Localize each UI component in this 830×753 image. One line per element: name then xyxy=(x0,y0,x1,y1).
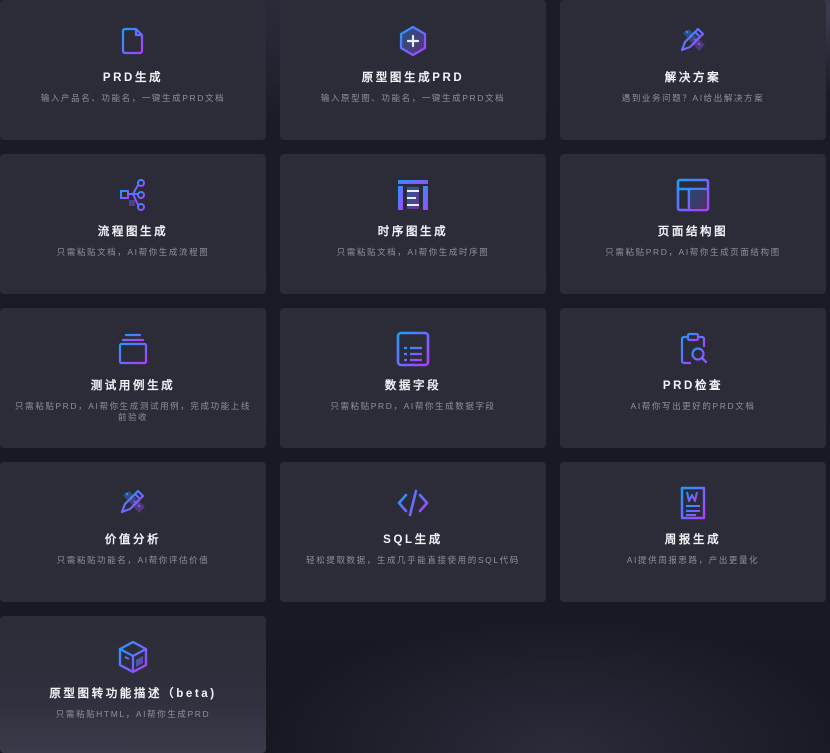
card-title: 周报生成 xyxy=(664,534,722,546)
card-desc: 输入产品名、功能名，一键生成PRD文档 xyxy=(40,93,226,103)
card-page-structure[interactable]: 页面结构图 只需粘贴PRD，AI帮你生成页面结构图 xyxy=(560,154,826,294)
card-desc: 只需粘贴PRD，AI帮你生成测试用例，完成功能上线前验收 xyxy=(15,401,251,422)
word-doc-icon xyxy=(676,485,710,521)
pencil-ruler-icon xyxy=(676,23,710,59)
pencil-ruler-icon xyxy=(116,485,150,521)
card-prd-check[interactable]: PRD检查 AI帮你写出更好的PRD文档 xyxy=(560,308,826,448)
hexagon-plus-icon xyxy=(396,23,430,59)
card-data-fields[interactable]: 数据字段 只需粘贴PRD，AI帮你生成数据字段 xyxy=(280,308,546,448)
card-prd-generate[interactable]: PRD生成 输入产品名、功能名，一键生成PRD文档 xyxy=(0,0,266,140)
card-test-cases[interactable]: 测试用例生成 只需粘贴PRD，AI帮你生成测试用例，完成功能上线前验收 xyxy=(0,308,266,448)
layout-icon xyxy=(676,177,710,213)
card-desc: AI提供周报思路，产出更量化 xyxy=(626,555,760,565)
card-desc: 轻松提取数据，生成几乎能直接使用的SQL代码 xyxy=(306,555,520,565)
card-title: 原型图转功能描述（beta) xyxy=(49,688,217,700)
card-desc: 只需粘贴文档，AI帮你生成时序图 xyxy=(336,247,490,257)
document-icon xyxy=(116,23,150,59)
card-title: PRD检查 xyxy=(662,380,724,392)
card-desc: 输入原型图、功能名，一键生成PRD文档 xyxy=(320,93,506,103)
card-title: 页面结构图 xyxy=(657,226,729,238)
card-desc: AI帮你写出更好的PRD文档 xyxy=(630,401,756,411)
card-title: 解决方案 xyxy=(664,72,722,84)
card-title: 测试用例生成 xyxy=(90,380,176,392)
code-icon xyxy=(396,485,430,521)
card-desc: 只需粘贴PRD，AI帮你生成页面结构图 xyxy=(605,247,781,257)
card-title: 时序图生成 xyxy=(377,226,449,238)
card-desc: 只需粘贴文档，AI帮你生成流程图 xyxy=(56,247,210,257)
cube-icon xyxy=(116,639,150,675)
card-solution[interactable]: 解决方案 遇到业务问题？AI给出解决方案 xyxy=(560,0,826,140)
card-sequence-chart[interactable]: 时序图生成 只需粘贴文档，AI帮你生成时序图 xyxy=(280,154,546,294)
card-flowchart[interactable]: 流程图生成 只需粘贴文档，AI帮你生成流程图 xyxy=(0,154,266,294)
card-desc: 遇到业务问题？AI给出解决方案 xyxy=(621,93,765,103)
card-desc: 只需粘贴PRD，AI帮你生成数据字段 xyxy=(330,401,496,411)
stack-icon xyxy=(116,331,150,367)
card-sql-generate[interactable]: SQL生成 轻松提取数据，生成几乎能直接使用的SQL代码 xyxy=(280,462,546,602)
clipboard-search-icon xyxy=(676,331,710,367)
tool-grid: PRD生成 输入产品名、功能名，一键生成PRD文档 原型图生成PRD 输入原型图… xyxy=(0,0,830,753)
card-title: 价值分析 xyxy=(104,534,162,546)
card-title: 原型图生成PRD xyxy=(361,72,465,84)
card-desc: 只需粘贴功能名，AI帮你评估价值 xyxy=(56,555,210,565)
data-table-icon xyxy=(396,331,430,367)
card-title: 流程图生成 xyxy=(97,226,169,238)
card-title: PRD生成 xyxy=(102,72,164,84)
card-prototype-to-description[interactable]: 原型图转功能描述（beta) 只需粘贴HTML，AI帮你生成PRD xyxy=(0,616,266,753)
card-desc: 只需粘贴HTML，AI帮你生成PRD xyxy=(55,709,211,719)
card-prototype-to-prd[interactable]: 原型图生成PRD 输入原型图、功能名，一键生成PRD文档 xyxy=(280,0,546,140)
card-weekly-report[interactable]: 周报生成 AI提供周报思路，产出更量化 xyxy=(560,462,826,602)
card-value-analysis[interactable]: 价值分析 只需粘贴功能名，AI帮你评估价值 xyxy=(0,462,266,602)
card-title: SQL生成 xyxy=(383,534,443,546)
card-title: 数据字段 xyxy=(384,380,442,392)
flowchart-icon xyxy=(116,177,150,213)
sequence-chart-icon xyxy=(396,177,430,213)
